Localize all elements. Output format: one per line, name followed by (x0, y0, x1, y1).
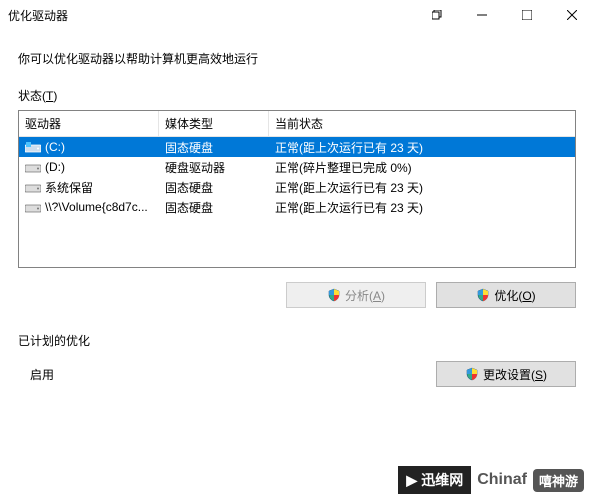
description-text: 你可以优化驱动器以帮助计算机更高效地运行 (0, 30, 594, 87)
schedule-section: 已计划的优化 (0, 308, 594, 357)
window-title: 优化驱动器 (8, 7, 68, 24)
cell-media: 固态硬盘 (159, 197, 269, 218)
drive-icon (25, 181, 41, 193)
cell-drive: 系统保留 (19, 177, 159, 198)
header-status[interactable]: 当前状态 (269, 111, 575, 136)
drive-label: \\?\Volume{c8d7c... (45, 200, 148, 214)
shield-icon (327, 288, 341, 302)
status-label: 状态(T) (18, 87, 576, 104)
cell-media: 固态硬盘 (159, 137, 269, 158)
watermark-text: Chinaf (477, 471, 527, 489)
drive-icon (25, 201, 41, 213)
drive-label: (C:) (45, 140, 65, 154)
watermark-tag: 嘻神游 (533, 469, 584, 492)
cell-status: 正常(距上次运行已有 23 天) (269, 197, 575, 218)
change-settings-button[interactable]: 更改设置(S) (436, 361, 576, 387)
cell-status: 正常(碎片整理已完成 0%) (269, 157, 575, 178)
shield-icon (465, 367, 479, 381)
table-row[interactable]: (C:) 固态硬盘 正常(距上次运行已有 23 天) (19, 137, 575, 157)
action-buttons: 分析(A) 优化(O) (0, 268, 594, 308)
cell-media: 硬盘驱动器 (159, 157, 269, 178)
drive-label: (D:) (45, 160, 65, 174)
watermark-brand: ▶ 迅维网 (398, 466, 471, 494)
cell-media: 固态硬盘 (159, 177, 269, 198)
shield-icon (476, 288, 490, 302)
restore-icon[interactable] (414, 0, 459, 30)
table-row[interactable]: 系统保留 固态硬盘 正常(距上次运行已有 23 天) (19, 177, 575, 197)
table-header: 驱动器 媒体类型 当前状态 (19, 111, 575, 137)
play-icon: ▶ (406, 472, 417, 489)
header-drive[interactable]: 驱动器 (19, 111, 159, 136)
title-bar: 优化驱动器 (0, 0, 594, 30)
cell-status: 正常(距上次运行已有 23 天) (269, 177, 575, 198)
minimize-icon[interactable] (459, 0, 504, 30)
close-icon[interactable] (549, 0, 594, 30)
watermark: ▶ 迅维网 Chinaf 嘻神游 (398, 466, 584, 494)
table-row[interactable]: \\?\Volume{c8d7c... 固态硬盘 正常(距上次运行已有 23 天… (19, 197, 575, 217)
drive-icon (25, 141, 41, 153)
schedule-enable-label: 启用 (30, 366, 436, 383)
optimize-button[interactable]: 优化(O) (436, 282, 576, 308)
header-media[interactable]: 媒体类型 (159, 111, 269, 136)
maximize-icon[interactable] (504, 0, 549, 30)
table-row[interactable]: (D:) 硬盘驱动器 正常(碎片整理已完成 0%) (19, 157, 575, 177)
drive-label: 系统保留 (45, 179, 93, 196)
drive-icon (25, 161, 41, 173)
cell-drive: (C:) (19, 138, 159, 156)
analyze-button: 分析(A) (286, 282, 426, 308)
cell-status: 正常(距上次运行已有 23 天) (269, 137, 575, 158)
drives-table: 驱动器 媒体类型 当前状态 (C:) 固态硬盘 正常(距上次运行已有 23 天)… (18, 110, 576, 268)
window-controls (414, 0, 594, 30)
cell-drive: (D:) (19, 158, 159, 176)
cell-drive: \\?\Volume{c8d7c... (19, 198, 159, 216)
schedule-title: 已计划的优化 (18, 332, 576, 349)
